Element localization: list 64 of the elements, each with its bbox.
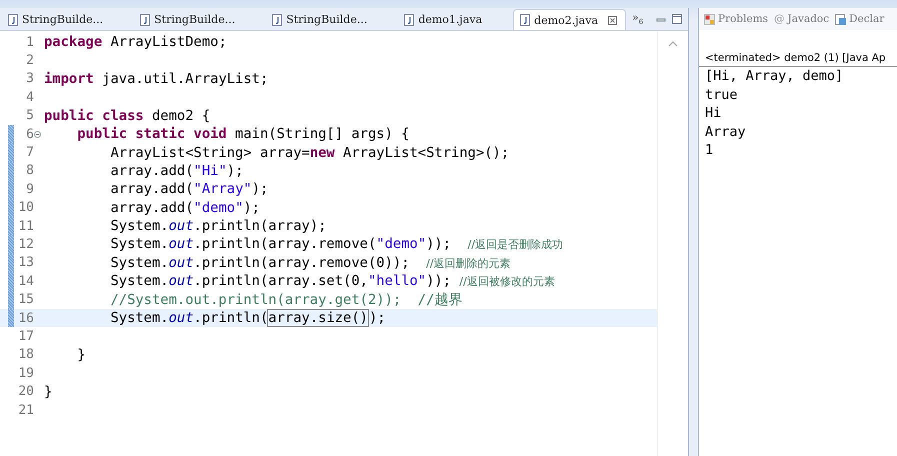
code-line: ArrayList<String> array=new ArrayList<String>(); (109, 144, 510, 161)
line-number: 6 (25, 126, 34, 142)
line-number: 5 (25, 108, 34, 124)
console-output-line: Array (705, 122, 747, 141)
code-line: System.out.println(array); (109, 218, 326, 234)
collapse-icon[interactable] (34, 130, 41, 138)
code-line: public class demo2 { (44, 108, 210, 124)
line-number: 17 (17, 328, 34, 344)
line-number: 10 (17, 200, 34, 216)
problems-icon (704, 14, 715, 24)
editor-tab[interactable]: demo2.java (513, 9, 626, 30)
console-output-line: 1 (705, 141, 714, 160)
code-line: System.out.println(array.size()); (109, 310, 386, 326)
code-line: System.out.println(array.remove(0)); //返回删除的元素 (109, 254, 511, 271)
view-tab[interactable]: @ Javadoc (774, 13, 830, 25)
line-number: 18 (17, 347, 34, 362)
java-file-icon (140, 14, 150, 26)
line-number: 12 (17, 236, 34, 252)
code-line: array.add("Hi"); (109, 162, 244, 179)
editor-tab[interactable]: StringBuilde... (134, 9, 266, 30)
java-file-icon (520, 14, 530, 26)
code-line: array.add("demo"); (109, 200, 260, 216)
java-file-icon (8, 14, 18, 26)
editor-tab[interactable]: demo1.java (398, 9, 514, 30)
code-line: //System.out.println(array.get(2)); //越界 (109, 290, 462, 309)
editor-tab[interactable]: StringBuilde... (2, 9, 134, 30)
code-line: package ArrayListDemo; (44, 34, 227, 50)
console-output-line: [Hi, Array, demo] (705, 67, 844, 86)
console-output-line: Hi (705, 104, 722, 122)
line-number: 13 (17, 255, 34, 270)
code-line: array.add("Array"); (109, 181, 268, 198)
line-number: 21 (17, 402, 34, 418)
line-number: 15 (17, 292, 34, 308)
tab-overflow-button[interactable]: »$_{6}$ (626, 10, 648, 30)
code-line: System.out.println(array.remove("demo")); //返回是否删除成功 (109, 236, 564, 252)
line-number: 1 (25, 34, 34, 50)
code-line: System.out.println(array.set(0,"hello")); //返回被修改的元素 (109, 273, 555, 290)
at-icon: @ (774, 13, 785, 25)
scroll-up-icon[interactable] (668, 41, 678, 47)
line-number: 9 (25, 182, 34, 197)
line-number: 4 (25, 90, 34, 105)
view-tab[interactable]: Problems (704, 13, 768, 25)
maximize-icon[interactable] (672, 14, 682, 24)
line-number: 3 (25, 71, 34, 86)
line-number: 14 (17, 274, 34, 289)
line-number: 20 (17, 384, 34, 400)
line-number: 19 (17, 366, 34, 381)
line-number: 2 (25, 53, 34, 68)
line-number: 16 (17, 310, 34, 326)
java-file-icon (272, 14, 282, 26)
view-tab[interactable]: Declar (835, 13, 884, 25)
editor-tab[interactable]: StringBuilde... (266, 9, 398, 30)
code-line: public static void main(String[] args) { (76, 126, 410, 142)
code-line: } (44, 384, 52, 400)
console-output-line: true (705, 86, 739, 104)
java-file-icon (404, 14, 414, 26)
close-icon[interactable] (608, 16, 618, 24)
declaration-icon (835, 14, 846, 24)
line-number: 11 (17, 218, 34, 234)
line-number: 7 (25, 145, 34, 160)
console-header: <terminated> demo2 (1) [Java Ap (699, 52, 897, 67)
line-number: 8 (25, 163, 34, 178)
code-line: } (76, 346, 86, 363)
code-line: import java.util.ArrayList; (44, 70, 268, 87)
